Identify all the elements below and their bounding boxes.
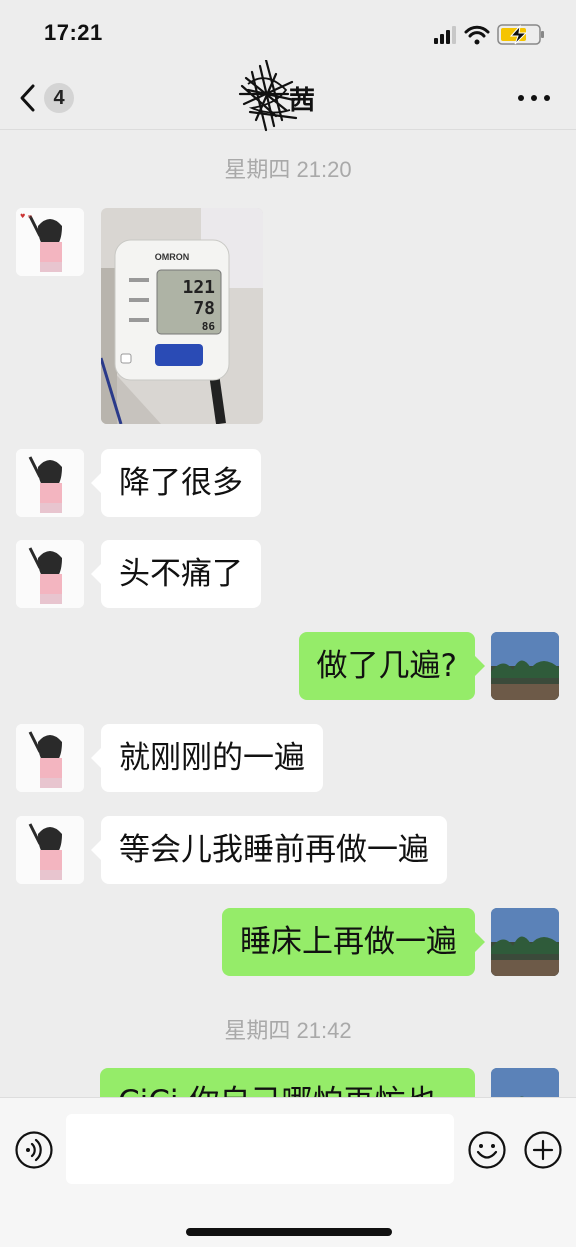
signal-icon xyxy=(434,26,456,44)
voice-icon[interactable] xyxy=(14,1130,54,1170)
message-bubble-incoming[interactable]: 头不痛了 xyxy=(91,540,261,608)
timestamp: 星期四 21:42 xyxy=(224,1018,352,1043)
message-bubble-outgoing[interactable]: 做了几遍? xyxy=(298,632,486,700)
battery-charging-icon xyxy=(497,24,544,45)
diastolic-reading: 78 xyxy=(193,298,215,319)
photo-message[interactable]: OMRON 121 78 86 xyxy=(101,208,263,424)
message-input[interactable] xyxy=(66,1114,454,1184)
emoji-icon[interactable] xyxy=(467,1130,507,1170)
home-indicator[interactable] xyxy=(186,1228,392,1236)
svg-text:♥ ∞: ♥ ∞ xyxy=(20,213,32,220)
my-avatar[interactable] xyxy=(491,632,559,700)
plus-icon[interactable] xyxy=(523,1130,563,1170)
status-bar: 17:21 xyxy=(0,0,576,66)
message-bubble-incoming[interactable]: 降了很多 xyxy=(91,449,261,517)
redaction-scribble xyxy=(238,60,298,132)
contact-avatar[interactable]: ♥ ∞ xyxy=(16,208,84,276)
wifi-icon xyxy=(464,25,490,45)
message-bubble-outgoing[interactable]: 睡床上再做一遍 xyxy=(222,908,485,976)
avatar-girl-illustration xyxy=(16,540,84,608)
avatar-girl-illustration xyxy=(16,724,84,792)
chat-title-area: 茜 xyxy=(0,60,576,132)
chat-header: 4 茜 xyxy=(0,60,576,132)
monitor-brand: OMRON xyxy=(155,252,190,262)
timestamp: 星期四 21:20 xyxy=(224,157,352,182)
contact-avatar[interactable] xyxy=(16,816,84,884)
chat-input-bar xyxy=(0,1097,576,1247)
avatar-girl-illustration xyxy=(16,816,84,884)
pulse-reading: 86 xyxy=(202,320,216,333)
message-bubble-incoming[interactable]: 等会儿我睡前再做一遍 xyxy=(91,816,447,884)
blood-pressure-monitor-photo: OMRON 121 78 86 xyxy=(101,208,263,424)
avatar-girl-illustration xyxy=(16,449,84,517)
contact-avatar[interactable] xyxy=(16,449,84,517)
contact-avatar[interactable] xyxy=(16,724,84,792)
status-time: 17:21 xyxy=(44,20,103,45)
systolic-reading: 121 xyxy=(182,277,215,298)
contact-avatar[interactable] xyxy=(16,540,84,608)
status-icons xyxy=(434,24,544,45)
avatar-landscape xyxy=(491,908,559,976)
avatar-landscape xyxy=(491,632,559,700)
message-bubble-incoming[interactable]: 就刚刚的一遍 xyxy=(91,724,323,792)
my-avatar[interactable] xyxy=(491,908,559,976)
more-icon[interactable] xyxy=(516,84,552,112)
avatar-girl-illustration: ♥ ∞ xyxy=(16,208,84,276)
